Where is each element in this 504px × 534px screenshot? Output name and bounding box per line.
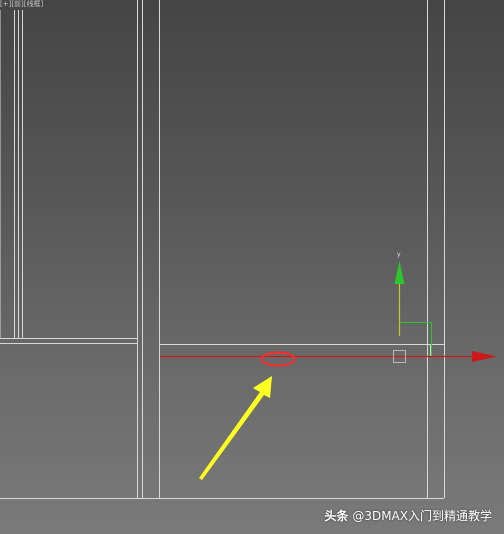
gizmo-x-arrow-icon[interactable] [472,351,497,362]
gizmo-y-arrow-icon[interactable] [394,261,405,284]
gizmo-y-label: y [397,251,401,258]
watermark: 头条 @3DMAX入门到精通教学 [324,507,492,524]
move-gizmo[interactable]: y [160,251,497,363]
annotation-highlight-ellipse [260,351,296,367]
right-box-wireframe[interactable] [160,0,445,499]
front-viewport[interactable]: [+] [前] [线框] y 头条 @3DMAX入门到精通教学 [0,0,504,534]
watermark-brand: 头条 [324,509,349,523]
watermark-text: @3DMAX入门到精通教学 [352,509,492,523]
left-wall-wireframe[interactable] [0,10,137,344]
middle-frame-wireframe[interactable] [0,0,160,499]
annotation-pointer-arrow-icon [199,376,272,480]
viewport-canvas: y [0,0,497,499]
